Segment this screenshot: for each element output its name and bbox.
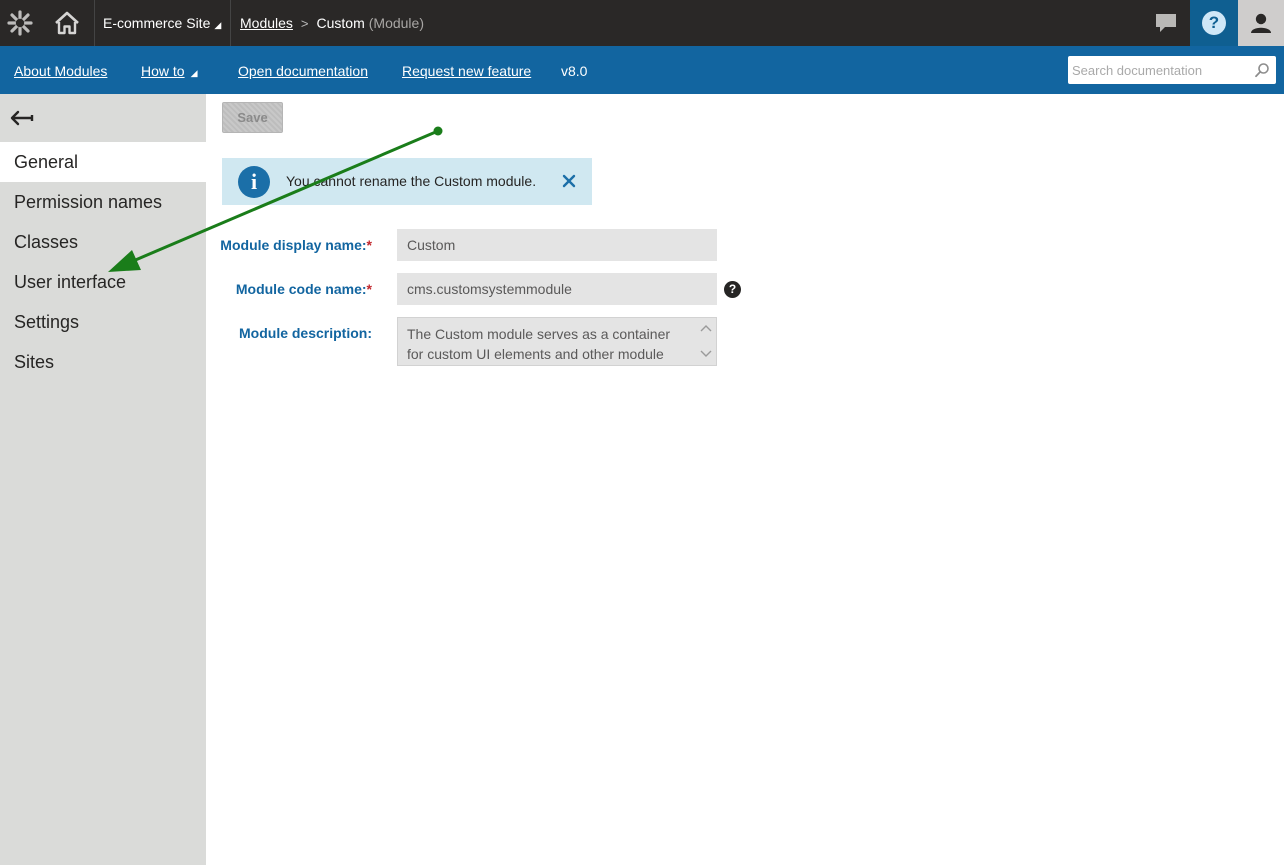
about-modules-link[interactable]: About Modules xyxy=(14,46,107,94)
scroll-up-icon[interactable] xyxy=(700,325,712,332)
close-icon[interactable] xyxy=(560,172,578,190)
code-name-input[interactable]: cms.customsystemmodule xyxy=(397,273,717,305)
request-new-feature-link[interactable]: Request new feature xyxy=(402,46,531,94)
sidebar-item-user-interface[interactable]: User interface xyxy=(0,262,206,302)
description-textarea[interactable]: The Custom module serves as a container … xyxy=(397,317,717,366)
kentico-logo[interactable] xyxy=(0,0,40,46)
alert-message: You cannot rename the Custom module. xyxy=(286,173,537,189)
home-button[interactable] xyxy=(40,0,95,46)
chevron-right-icon: > xyxy=(300,15,309,31)
top-bar: E-commerce Site ◢ Modules > Custom (Modu… xyxy=(0,0,1284,46)
breadcrumb-current: Custom xyxy=(316,15,365,31)
breadcrumb-modules-link[interactable]: Modules xyxy=(240,15,293,31)
chat-icon xyxy=(1156,14,1176,32)
required-marker: * xyxy=(366,237,372,253)
help-icon: ? xyxy=(1202,11,1226,35)
required-marker: * xyxy=(366,281,372,297)
site-selector[interactable]: E-commerce Site ◢ xyxy=(95,0,231,46)
how-to-link[interactable]: How to ◢ xyxy=(141,46,198,94)
breadcrumb-current-suffix: (Module) xyxy=(368,15,424,31)
back-arrow-icon[interactable] xyxy=(10,108,36,128)
user-icon xyxy=(1251,13,1271,33)
info-alert: i You cannot rename the Custom module. xyxy=(222,158,592,205)
caret-down-icon: ◢ xyxy=(190,68,198,78)
display-name-input[interactable]: Custom xyxy=(397,229,717,261)
breadcrumb: Modules > Custom (Module) xyxy=(240,0,424,46)
info-icon: i xyxy=(238,166,270,198)
sidebar-item-permission-names[interactable]: Permission names xyxy=(0,182,206,222)
display-name-label-text: Module display name: xyxy=(220,237,367,253)
code-name-label-text: Module code name: xyxy=(235,281,367,297)
code-name-label: Module code name:* xyxy=(236,281,372,297)
module-sidebar: General Permission names Classes User in… xyxy=(0,94,206,865)
how-to-label: How to xyxy=(141,63,185,79)
open-documentation-link[interactable]: Open documentation xyxy=(238,46,368,94)
chat-button[interactable] xyxy=(1142,0,1190,46)
sidebar-item-general[interactable]: General xyxy=(0,142,206,182)
scroll-down-icon[interactable] xyxy=(700,350,712,357)
search-input[interactable] xyxy=(1068,56,1252,84)
save-button[interactable]: Save xyxy=(222,102,283,133)
version-label: v8.0 xyxy=(561,63,588,79)
description-text: The Custom module serves as a container … xyxy=(407,326,671,362)
annotation-arrow-start xyxy=(433,126,443,136)
sidebar-item-sites[interactable]: Sites xyxy=(0,342,206,382)
help-question-icon[interactable]: ? xyxy=(724,281,741,298)
sidebar-item-settings[interactable]: Settings xyxy=(0,302,206,342)
documentation-search xyxy=(1068,56,1276,84)
display-name-label: Module display name:* xyxy=(220,237,372,253)
user-menu-button[interactable] xyxy=(1238,0,1284,46)
description-label: Module description: xyxy=(239,325,372,341)
textarea-scrollbar[interactable] xyxy=(698,320,714,364)
help-button[interactable]: ? xyxy=(1190,0,1238,46)
home-icon xyxy=(55,11,79,35)
kentico-logo-icon xyxy=(7,10,33,36)
sidebar-item-classes[interactable]: Classes xyxy=(0,222,206,262)
caret-down-icon: ◢ xyxy=(214,19,222,30)
site-name: E-commerce Site xyxy=(103,15,211,31)
search-icon[interactable] xyxy=(1254,62,1270,78)
